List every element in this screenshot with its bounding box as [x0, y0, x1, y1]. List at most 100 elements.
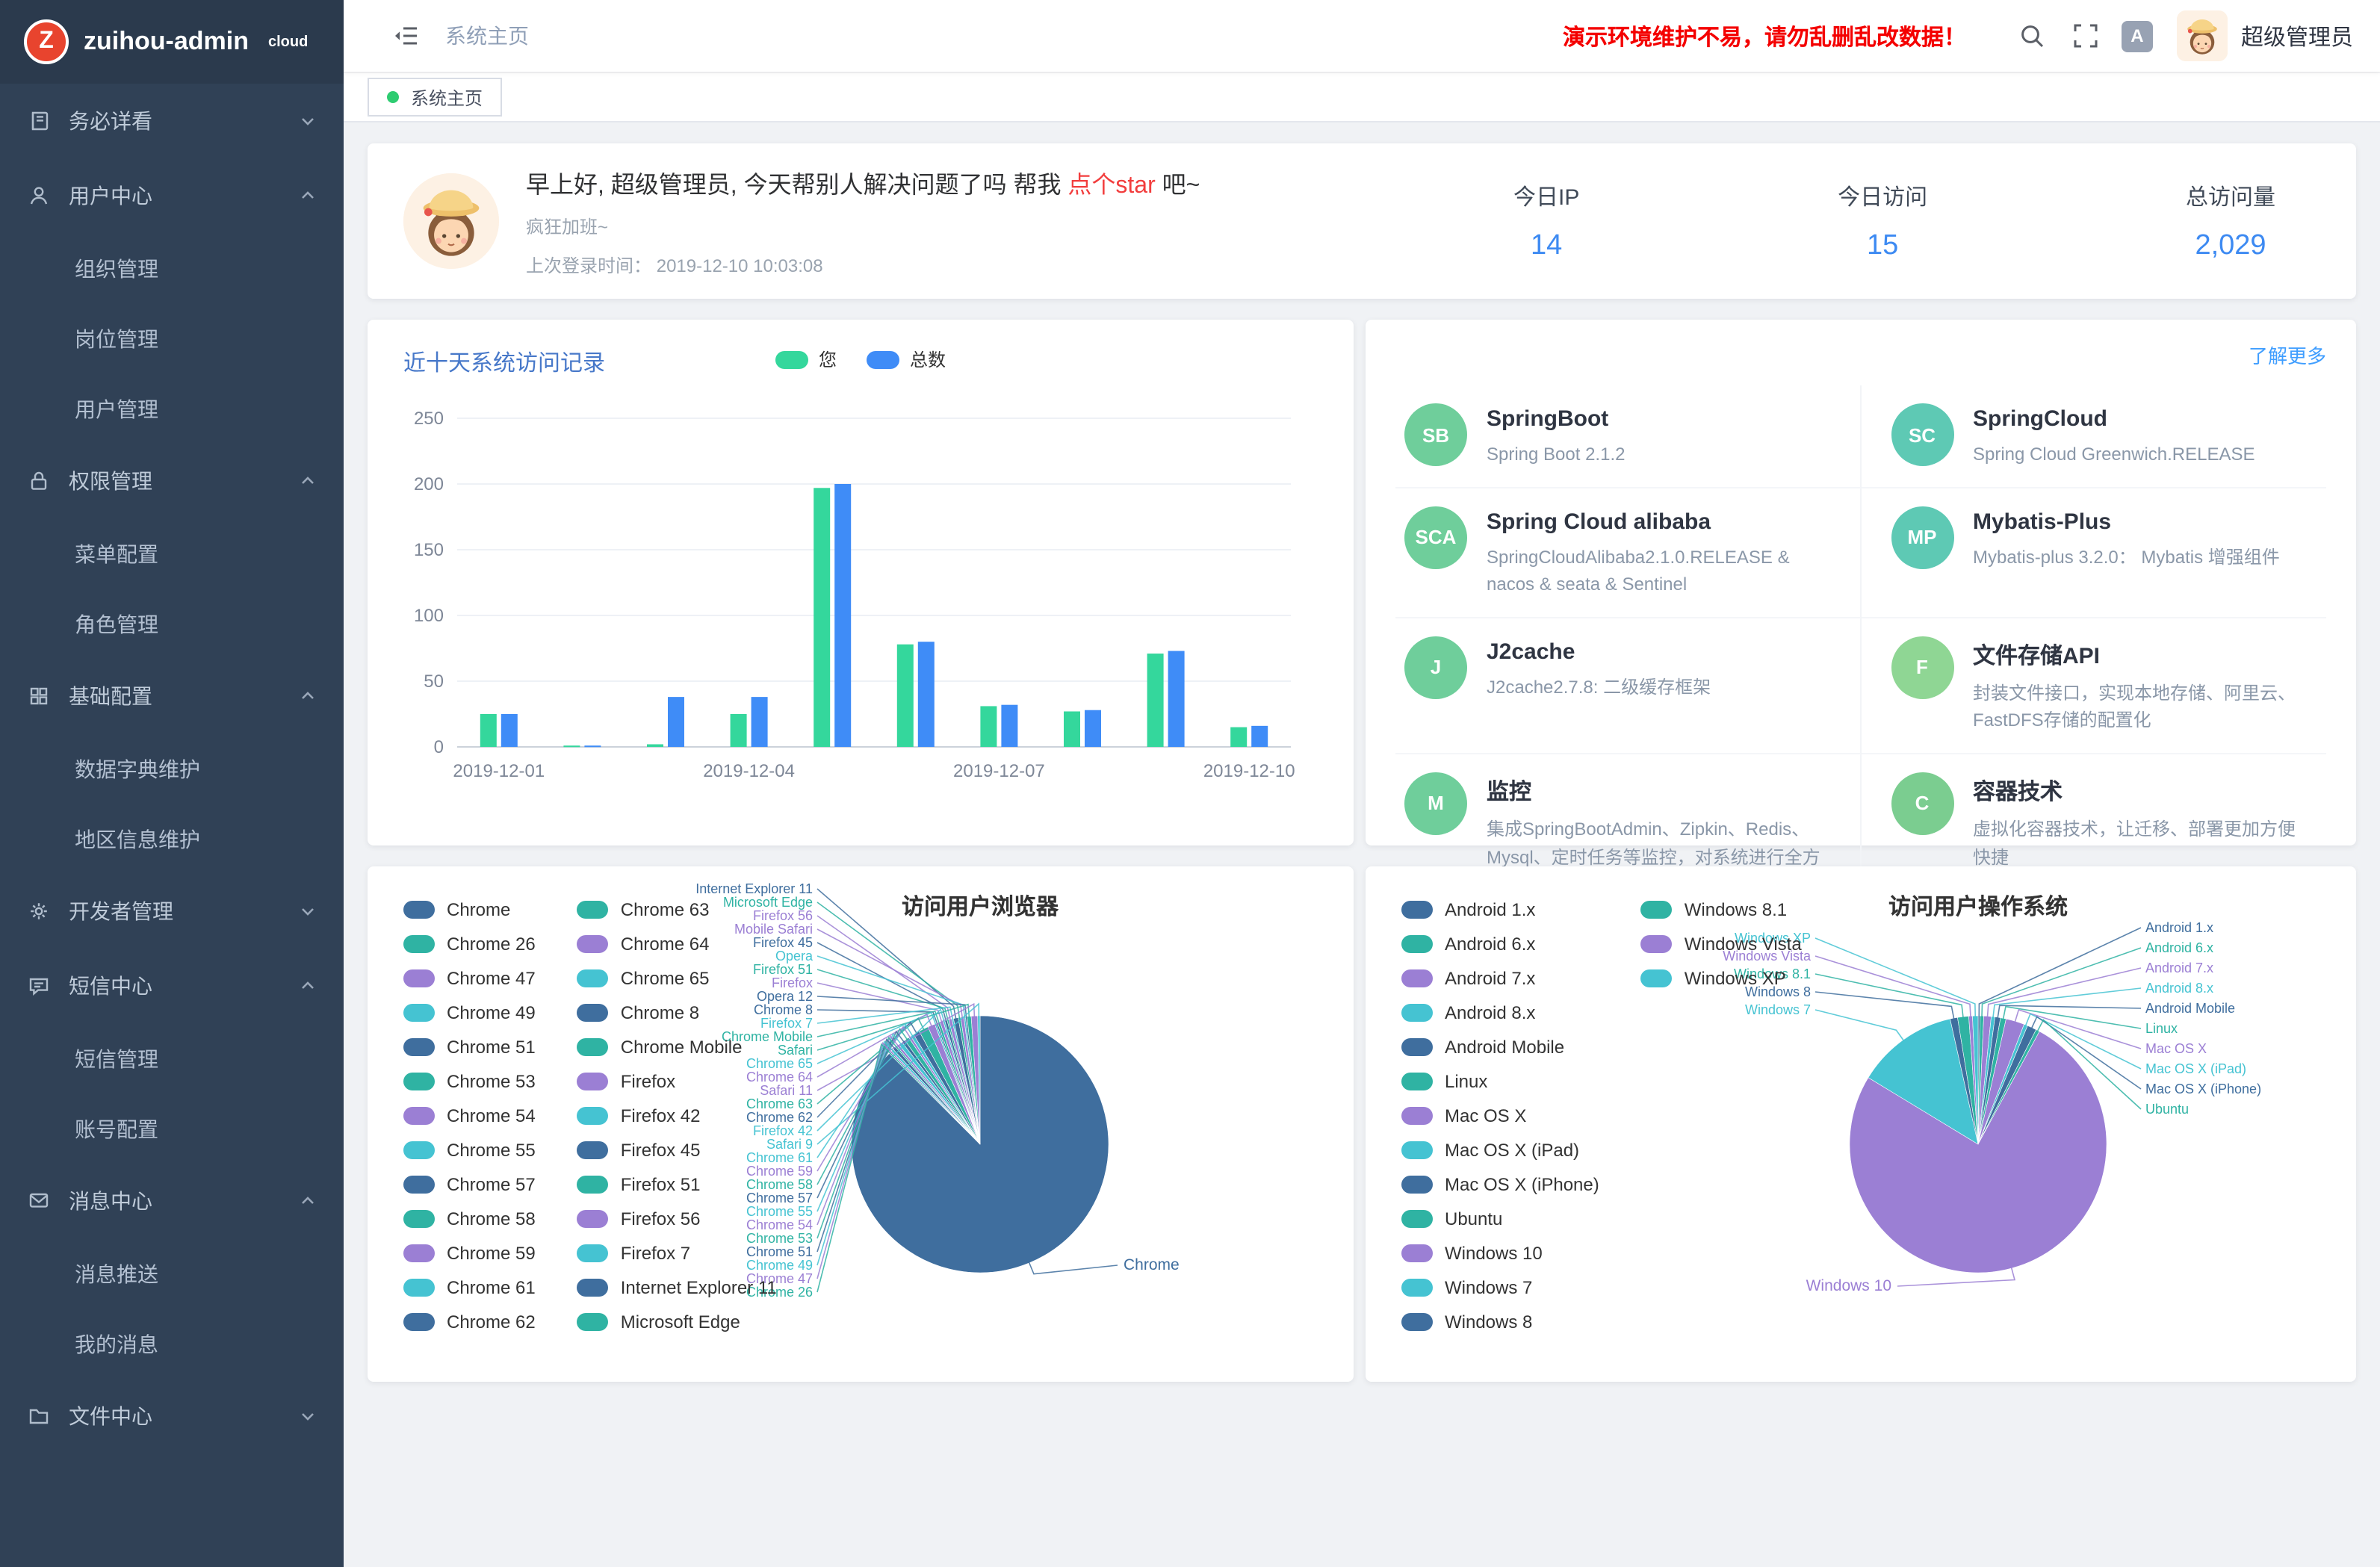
legend-item[interactable]: Android 8.x	[1401, 1002, 1599, 1022]
legend-item[interactable]: 您	[775, 347, 837, 372]
legend-item[interactable]: Windows 8	[1401, 1312, 1599, 1331]
legend-item[interactable]: Ubuntu	[1401, 1208, 1599, 1228]
tech-item-desc: 虚拟化容器技术，让迁移、部署更加方便快捷	[1973, 816, 2311, 871]
legend-item[interactable]: Chrome Mobile	[577, 1037, 777, 1056]
legend-item[interactable]: Android 7.x	[1401, 968, 1599, 987]
sidebar-subitem[interactable]: 消息推送	[0, 1238, 344, 1309]
pie-label-line	[817, 929, 962, 1019]
legend-item[interactable]: Chrome 64	[577, 934, 777, 953]
pie-label: Mac OS X (iPhone)	[2145, 1082, 2261, 1096]
sidebar-subitem[interactable]: 角色管理	[0, 589, 344, 659]
legend-item[interactable]: Windows 10	[1401, 1243, 1599, 1262]
legend-item[interactable]: Firefox	[577, 1071, 777, 1090]
legend-item[interactable]: Android 6.x	[1401, 934, 1599, 953]
legend-item[interactable]: Chrome 8	[577, 1002, 777, 1022]
fullscreen-icon[interactable]	[2068, 18, 2104, 54]
user-avatar[interactable]	[2177, 10, 2228, 61]
legend-item[interactable]: Microsoft Edge	[577, 1312, 777, 1331]
legend-item[interactable]: Windows XP	[1641, 968, 1802, 987]
legend-label: Firefox 56	[621, 1208, 701, 1229]
sidebar-subitem[interactable]: 菜单配置	[0, 518, 344, 589]
legend-item[interactable]: Linux	[1401, 1071, 1599, 1090]
sidebar-subitem[interactable]: 短信管理	[0, 1023, 344, 1093]
legend-swatch	[403, 1141, 435, 1158]
collapse-menu-icon[interactable]	[388, 18, 424, 54]
search-icon[interactable]	[2014, 18, 2050, 54]
legend-item[interactable]: Windows Vista	[1641, 934, 1802, 953]
sidebar-item-4[interactable]: 基础配置	[0, 659, 344, 733]
sidebar-subitem[interactable]: 我的消息	[0, 1309, 344, 1379]
username[interactable]: 超级管理员	[2241, 20, 2353, 52]
sidebar-subitem[interactable]: 岗位管理	[0, 303, 344, 373]
legend-item[interactable]: Windows 8.1	[1641, 899, 1802, 919]
pie-label: Safari	[778, 1043, 813, 1058]
legend-item[interactable]: Chrome 51	[403, 1037, 536, 1056]
star-link[interactable]: 点个star	[1067, 173, 1155, 199]
legend-item[interactable]: Chrome	[403, 899, 536, 919]
legend-label: Firefox 45	[621, 1139, 701, 1160]
legend-item[interactable]: Chrome 54	[403, 1105, 536, 1125]
legend-swatch	[577, 1175, 609, 1193]
pie-label: Linux	[2145, 1021, 2178, 1036]
legend-item[interactable]: Mac OS X	[1401, 1105, 1599, 1125]
legend-item[interactable]: Chrome 59	[403, 1243, 536, 1262]
legend-item[interactable]: Chrome 53	[403, 1071, 536, 1090]
learn-more-link[interactable]: 了解更多	[2249, 341, 2326, 369]
sidebar-subitem[interactable]: 地区信息维护	[0, 804, 344, 874]
legend-item[interactable]: Chrome 62	[403, 1312, 536, 1331]
legend-swatch	[1401, 1106, 1433, 1124]
legend-item[interactable]: Chrome 49	[403, 1002, 536, 1022]
legend-label: Chrome 61	[447, 1276, 536, 1297]
sidebar-subitem[interactable]: 用户管理	[0, 373, 344, 444]
stat-value: 14	[1513, 229, 1579, 262]
sidebar-item-label: 权限管理	[69, 466, 299, 496]
app-root: Z zuihou-admin cloud 务必详看用户中心组织管理岗位管理用户管…	[0, 0, 2380, 1567]
message-icon	[27, 1189, 51, 1213]
legend-item[interactable]: Mac OS X (iPhone)	[1401, 1174, 1599, 1194]
sidebar-item-7[interactable]: 消息中心	[0, 1164, 344, 1238]
legend-item[interactable]: Chrome 57	[403, 1174, 536, 1194]
legend-item[interactable]: Internet Explorer 11	[577, 1277, 777, 1297]
legend-item[interactable]: Android Mobile	[1401, 1037, 1599, 1056]
sidebar-item-8[interactable]: 文件中心	[0, 1379, 344, 1453]
legend-item[interactable]: Firefox 56	[577, 1208, 777, 1228]
legend-item[interactable]: 总数	[867, 347, 946, 372]
legend-item[interactable]: Chrome 26	[403, 934, 536, 953]
sidebar-subitem[interactable]: 数据字典维护	[0, 733, 344, 804]
legend-item[interactable]: Chrome 47	[403, 968, 536, 987]
legend-item[interactable]: Windows 7	[1401, 1277, 1599, 1297]
tab-home[interactable]: 系统主页	[368, 78, 502, 117]
legend-item[interactable]: Chrome 58	[403, 1208, 536, 1228]
app-logo[interactable]: Z zuihou-admin cloud	[0, 0, 344, 84]
tech-item: F文件存储API封装文件接口，实现本地存储、阿里云、FastDFS存储的配置化	[1861, 618, 2326, 754]
user-avatar-large	[403, 173, 499, 269]
last-login-time: 2019-12-10 10:03:08	[657, 255, 823, 276]
legend-item[interactable]: Chrome 55	[403, 1140, 536, 1159]
font-size-icon[interactable]: A	[2122, 20, 2153, 52]
legend-label: Firefox 7	[621, 1242, 690, 1263]
sidebar-item-6[interactable]: 短信中心	[0, 949, 344, 1023]
sidebar-item-2[interactable]: 用户中心	[0, 158, 344, 233]
sidebar-item-1[interactable]: 务必详看	[0, 84, 344, 158]
legend-item[interactable]: Firefox 7	[577, 1243, 777, 1262]
sidebar-subitem[interactable]: 账号配置	[0, 1093, 344, 1164]
stat-value: 2,029	[2186, 229, 2275, 262]
legend-item[interactable]: Chrome 63	[577, 899, 777, 919]
legend-item[interactable]: Firefox 45	[577, 1140, 777, 1159]
legend-item[interactable]: Firefox 42	[577, 1105, 777, 1125]
bar	[1230, 727, 1247, 747]
legend-item[interactable]: Mac OS X (iPad)	[1401, 1140, 1599, 1159]
bar	[1001, 705, 1017, 747]
tech-badge: C	[1891, 772, 1953, 835]
sidebar-subitem[interactable]: 组织管理	[0, 233, 344, 303]
bar	[752, 697, 768, 747]
legend-swatch	[403, 934, 435, 952]
sidebar-item-3[interactable]: 权限管理	[0, 444, 344, 518]
top-header: 系统主页 演示环境维护不易，请勿乱删乱改数据！ A 超级管理员	[344, 0, 2380, 72]
legend-item[interactable]: Chrome 65	[577, 968, 777, 987]
legend-item[interactable]: Chrome 61	[403, 1277, 536, 1297]
sidebar-item-5[interactable]: 开发者管理	[0, 874, 344, 949]
tech-badge: MP	[1891, 506, 1953, 568]
legend-item[interactable]: Firefox 51	[577, 1174, 777, 1194]
legend-item[interactable]: Android 1.x	[1401, 899, 1599, 919]
